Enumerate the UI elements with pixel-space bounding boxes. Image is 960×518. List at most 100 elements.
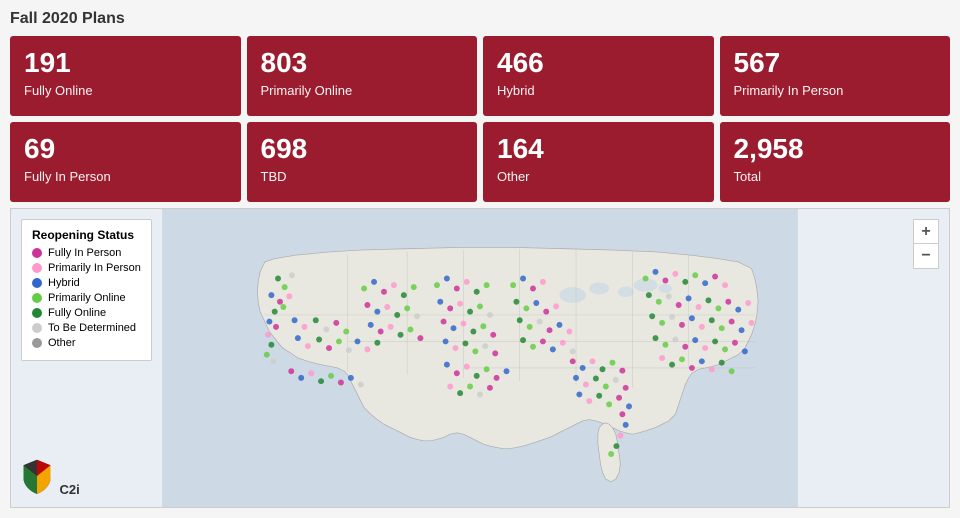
map-dot-177 [316, 336, 322, 342]
map-dot-172 [323, 327, 329, 333]
map-dot-150 [692, 337, 698, 343]
legend-label-4: Fully Online [48, 307, 106, 319]
map-dot-64 [444, 362, 450, 368]
stat-label-1: Primarily Online [261, 83, 464, 98]
legend-dot-6 [32, 338, 42, 348]
map-dot-122 [712, 274, 718, 280]
legend-dot-0 [32, 248, 42, 258]
map-dot-133 [735, 307, 741, 313]
map-dot-128 [686, 295, 692, 301]
map-dot-142 [719, 325, 725, 331]
map-dot-70 [504, 368, 510, 374]
map-dot-62 [482, 343, 488, 349]
stat-number-3: 567 [734, 48, 937, 79]
map-dot-115 [643, 276, 649, 282]
map-dot-138 [679, 322, 685, 328]
map-dot-45 [484, 282, 490, 288]
map-dot-50 [477, 303, 483, 309]
map-dot-153 [722, 346, 728, 352]
map-dot-131 [715, 305, 721, 311]
map-dot-182 [364, 346, 370, 352]
map-dot-1 [282, 284, 288, 290]
map-dot-26 [401, 292, 407, 298]
map-dot-5 [286, 293, 292, 299]
zoom-out-button[interactable]: − [914, 244, 938, 268]
map-dot-163 [729, 368, 735, 374]
map-dot-60 [462, 340, 468, 346]
map-dot-78 [530, 285, 536, 291]
map-dot-31 [394, 312, 400, 318]
map-dot-158 [679, 356, 685, 362]
map-dot-155 [742, 348, 748, 354]
map-dot-14 [288, 368, 294, 374]
map-dot-11 [268, 342, 274, 348]
stat-number-7: 2,958 [734, 134, 937, 165]
map-dot-129 [696, 304, 702, 310]
map-dot-112 [606, 401, 612, 407]
map-dot-100 [600, 366, 606, 372]
map-dot-22 [361, 285, 367, 291]
map-dot-24 [381, 289, 387, 295]
map-dot-108 [623, 385, 629, 391]
map-dot-59 [453, 345, 459, 351]
map-dot-4 [277, 299, 283, 305]
zoom-in-button[interactable]: + [914, 220, 938, 244]
map-dot-173 [333, 320, 339, 326]
map-dot-53 [451, 325, 457, 331]
map-dot-125 [656, 299, 662, 305]
legend-item-0: Fully In Person [32, 247, 141, 259]
map-dot-121 [702, 280, 708, 286]
stat-number-4: 69 [24, 134, 227, 165]
legend-item-5: To Be Determined [32, 322, 141, 334]
map-dot-86 [527, 324, 533, 330]
stat-number-5: 698 [261, 134, 464, 165]
map-dot-9 [273, 324, 279, 330]
map-dot-137 [669, 314, 675, 320]
map-dot-169 [292, 317, 298, 323]
map-dot-0 [275, 276, 281, 282]
map-dot-16 [308, 370, 314, 376]
map-dot-103 [573, 375, 579, 381]
legend-dot-3 [32, 293, 42, 303]
map-controls: + − [913, 219, 939, 269]
map-dot-37 [398, 332, 404, 338]
legend-item-6: Other [32, 337, 141, 349]
map-dot-34 [368, 322, 374, 328]
stat-label-3: Primarily In Person [734, 83, 937, 98]
map-dot-98 [580, 365, 586, 371]
legend-label-1: Primarily In Person [48, 262, 141, 274]
map-dot-152 [712, 338, 718, 344]
map-dot-132 [725, 299, 731, 305]
map-dot-52 [441, 319, 447, 325]
map-dot-25 [391, 282, 397, 288]
map-dot-58 [443, 338, 449, 344]
map-dot-105 [593, 376, 599, 382]
map-dot-10 [265, 332, 271, 338]
legend-label-5: To Be Determined [48, 322, 136, 334]
map-dot-157 [669, 362, 675, 368]
legend-item-2: Hybrid [32, 277, 141, 289]
map-dot-67 [474, 373, 480, 379]
map-dot-35 [378, 329, 384, 335]
map-dot-85 [517, 317, 523, 323]
map-dot-65 [454, 370, 460, 376]
map-dot-48 [457, 301, 463, 307]
map-dot-183 [374, 340, 380, 346]
map-dot-49 [467, 309, 473, 315]
map-dot-143 [729, 319, 735, 325]
map-dot-80 [513, 299, 519, 305]
map-dot-3 [268, 292, 274, 298]
map-dot-151 [702, 345, 708, 351]
map-dot-156 [659, 355, 665, 361]
legend-item-4: Fully Online [32, 307, 141, 319]
map-dot-135 [649, 313, 655, 319]
map-dot-181 [355, 338, 361, 344]
map-dot-92 [530, 344, 536, 350]
map-dot-134 [745, 300, 751, 306]
map-dot-18 [328, 373, 334, 379]
legend-item-1: Primarily In Person [32, 262, 141, 274]
map-dot-102 [619, 368, 625, 374]
map-dot-147 [662, 342, 668, 348]
stat-number-2: 466 [497, 48, 700, 79]
stat-card-7: 2,958 Total [720, 122, 951, 202]
